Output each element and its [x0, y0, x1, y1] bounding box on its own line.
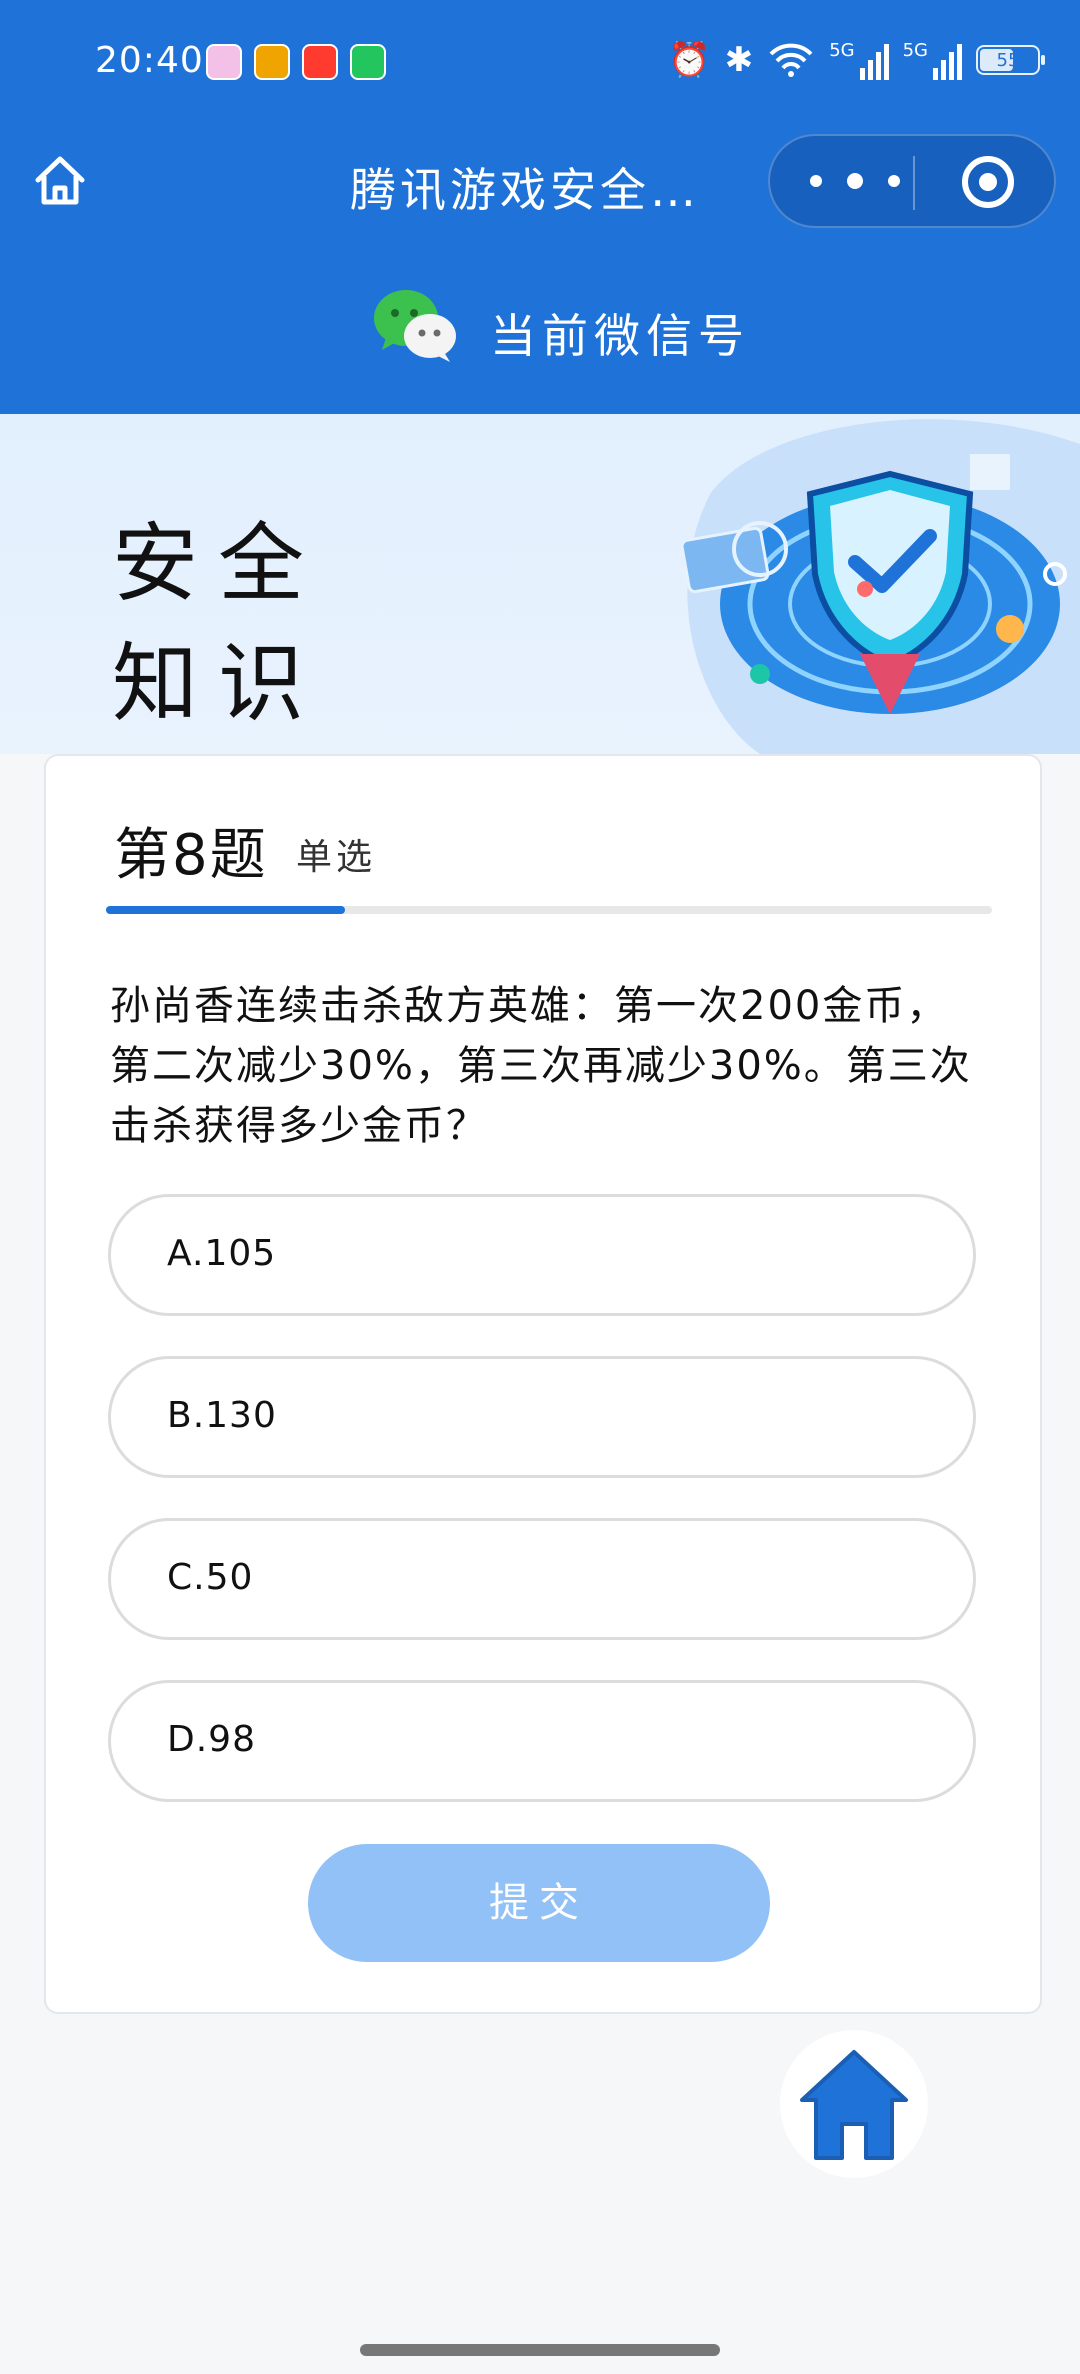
signal-label-2: 5G	[902, 40, 928, 61]
home-button[interactable]	[780, 2030, 928, 2178]
question-number: 第8题	[114, 823, 268, 888]
wifi-icon	[769, 43, 813, 77]
app-icon-4	[350, 44, 386, 80]
security-shield-illustration	[680, 419, 1080, 754]
page-title: 腾讯游戏安全…	[350, 163, 700, 217]
option-d[interactable]: D.98	[108, 1680, 976, 1802]
submit-button[interactable]: 提交	[308, 1844, 770, 1962]
header: 20:40 ⏰ ✱ 5G 5G 55 腾讯游戏安全… 当前微信号	[0, 0, 1080, 414]
app-icon-2	[254, 44, 290, 80]
banner: 安全知识测一测	[0, 414, 1080, 754]
gesture-bar[interactable]	[360, 2344, 720, 2356]
wechat-icon	[374, 290, 456, 362]
target-icon[interactable]	[962, 156, 1014, 208]
progress-fill	[106, 906, 346, 914]
option-a[interactable]: A.105	[108, 1194, 976, 1316]
app-icon-3	[302, 44, 338, 80]
signal-label-1: 5G	[829, 40, 855, 61]
bluetooth-icon: ✱	[724, 40, 754, 80]
progress-bar	[106, 906, 992, 914]
app-icon-1	[206, 44, 242, 80]
option-a-label: A.105	[167, 1233, 277, 1274]
option-d-label: D.98	[167, 1719, 256, 1760]
home-icon[interactable]	[30, 150, 90, 210]
signal-icon-1: 5G	[829, 40, 889, 80]
option-b[interactable]: B.130	[108, 1356, 976, 1478]
signal-icon-2: 5G	[903, 40, 962, 80]
current-wechat-account-label: 当前微信号	[490, 309, 750, 363]
question-type: 单选	[296, 837, 377, 878]
mini-program-capsule	[768, 134, 1056, 228]
status-icons: ⏰ ✱ 5G 5G 55	[668, 38, 1045, 82]
question-text: 孙尚香连续击杀敌方英雄：第一次200金币，第二次减少30%，第三次再减少30%。…	[110, 983, 972, 1149]
status-bar: 20:40 ⏰ ✱ 5G 5G 55	[0, 0, 1080, 120]
more-dots-icon[interactable]	[810, 164, 900, 198]
battery-icon: 55	[976, 45, 1045, 75]
capsule-divider	[913, 156, 915, 210]
option-c-label: C.50	[167, 1557, 254, 1598]
alarm-icon: ⏰	[668, 40, 711, 80]
option-b-label: B.130	[167, 1395, 277, 1436]
home-icon	[800, 2050, 908, 2160]
account-row[interactable]: 当前微信号	[0, 280, 1080, 370]
battery-level: 55	[996, 49, 1020, 71]
option-c[interactable]: C.50	[108, 1518, 976, 1640]
nav-bar: 腾讯游戏安全…	[0, 130, 1080, 230]
status-time: 20:40	[95, 40, 204, 81]
banner-title: 安全知识测一测	[112, 514, 324, 734]
question-card: 第8题 单选 孙尚香连续击杀敌方英雄：第一次200金币，第二次减少30%，第三次…	[44, 754, 1042, 2014]
